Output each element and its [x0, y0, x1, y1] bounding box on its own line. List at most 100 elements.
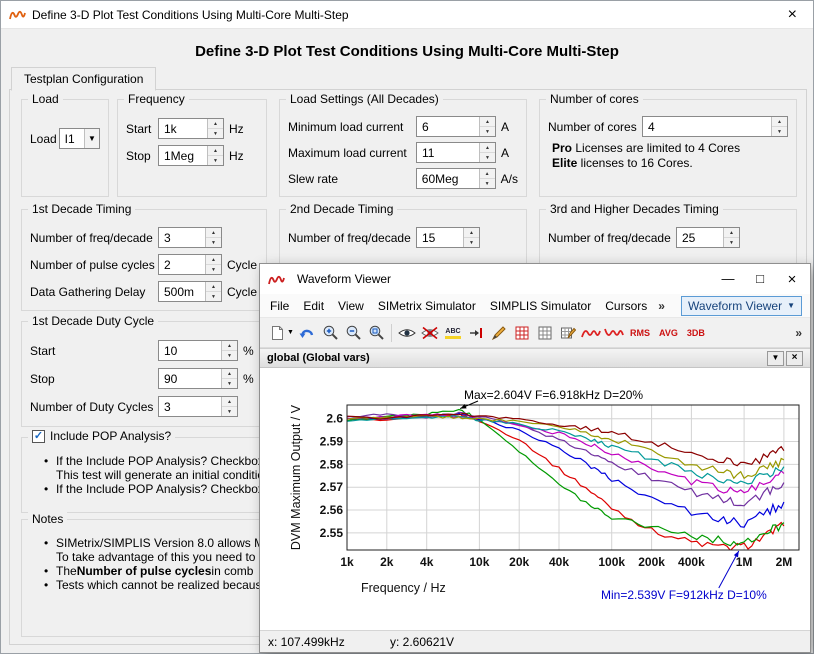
spinner-buttons[interactable]: ▲▼ [723, 228, 739, 247]
spin-up-icon[interactable]: ▲ [480, 169, 495, 179]
minimize-icon[interactable]: — [712, 266, 744, 293]
include-pop-checkbox[interactable]: ✓ [32, 430, 45, 443]
spinner-buttons[interactable]: ▲▼ [205, 282, 221, 301]
spin-down-icon[interactable]: ▼ [772, 127, 787, 136]
spin-down-icon[interactable]: ▼ [208, 129, 223, 138]
menu-cursors[interactable]: Cursors [598, 296, 654, 316]
pulse-cycles-input[interactable]: 2 ▲▼ [158, 254, 222, 275]
spin-up-icon[interactable]: ▲ [222, 341, 237, 351]
new-plot-dropdown-icon[interactable]: ▼ [287, 329, 295, 336]
chart-container[interactable]: 1k2k4k10k20k40k100k200k400k1M2M2.62.592.… [260, 368, 810, 630]
hide-curve-eye-icon[interactable] [419, 322, 441, 344]
spin-up-icon[interactable]: ▲ [724, 228, 739, 238]
spin-down-icon[interactable]: ▼ [724, 238, 739, 247]
spin-down-icon[interactable]: ▼ [222, 351, 237, 360]
spin-up-icon[interactable]: ▲ [222, 397, 237, 407]
spinner-buttons[interactable]: ▲▼ [463, 228, 479, 247]
spinner-buttons[interactable]: ▲▼ [207, 146, 223, 165]
zoom-fit-icon[interactable] [365, 322, 387, 344]
db3-button[interactable]: 3DB [683, 328, 709, 338]
close-curve-group-button[interactable]: × [786, 351, 803, 366]
spinner-buttons[interactable]: ▲▼ [479, 117, 495, 136]
spin-down-icon[interactable]: ▼ [480, 179, 495, 188]
show-curve-eye-icon[interactable] [396, 322, 418, 344]
spin-down-icon[interactable]: ▼ [206, 238, 221, 247]
label-abc-icon[interactable]: ABC [442, 322, 464, 344]
spin-down-icon[interactable]: ▼ [208, 156, 223, 165]
toolbar-overflow-chevron[interactable]: » [791, 326, 806, 340]
spin-up-icon[interactable]: ▲ [222, 369, 237, 379]
spinner-buttons[interactable]: ▲▼ [479, 169, 495, 188]
spin-down-icon[interactable]: ▼ [222, 407, 237, 416]
include-pop-checkbox-row[interactable]: ✓ Include POP Analysis? [28, 429, 175, 443]
menu-simplis-simulator[interactable]: SIMPLIS Simulator [483, 296, 598, 316]
close-icon[interactable]: × [778, 5, 807, 25]
add-curve-axis-icon[interactable] [603, 322, 625, 344]
grid-edit-icon[interactable] [557, 322, 579, 344]
spin-up-icon[interactable]: ▲ [464, 228, 479, 238]
viewer-titlebar[interactable]: Waveform Viewer — □ × [260, 264, 810, 294]
edit-pencil-icon[interactable] [488, 322, 510, 344]
cores-input[interactable]: 4 ▲▼ [642, 116, 788, 137]
gathering-delay-input[interactable]: 500m ▲▼ [158, 281, 222, 302]
spin-down-icon[interactable]: ▼ [222, 379, 237, 388]
spin-up-icon[interactable]: ▲ [206, 255, 221, 265]
spin-up-icon[interactable]: ▲ [480, 117, 495, 127]
spin-down-icon[interactable]: ▼ [480, 153, 495, 162]
close-icon[interactable]: × [776, 266, 808, 293]
menu-edit[interactable]: Edit [296, 296, 331, 316]
spin-down-icon[interactable]: ▼ [206, 265, 221, 274]
zoom-in-icon[interactable] [319, 322, 341, 344]
load-select[interactable]: I1 ▼ [59, 128, 100, 149]
dialog-titlebar[interactable]: Define 3-D Plot Test Conditions Using Mu… [1, 1, 813, 29]
spinner-buttons[interactable]: ▲▼ [207, 119, 223, 138]
duty-start-input[interactable]: 10 ▲▼ [158, 340, 238, 361]
grid-icon[interactable] [534, 322, 556, 344]
zoom-out-icon[interactable] [342, 322, 364, 344]
grid-red-icon[interactable] [511, 322, 533, 344]
menu-file[interactable]: File [263, 296, 296, 316]
spinner-buttons[interactable]: ▲▼ [221, 397, 237, 416]
spin-up-icon[interactable]: ▲ [206, 282, 221, 292]
spinner-buttons[interactable]: ▲▼ [771, 117, 787, 136]
spin-down-icon[interactable]: ▼ [464, 238, 479, 247]
rms-button[interactable]: RMS [626, 328, 654, 338]
tab-testplan-configuration[interactable]: Testplan Configuration [11, 67, 156, 91]
collapse-curve-group-button[interactable]: ▼ [767, 351, 784, 366]
add-curve-icon[interactable] [580, 322, 602, 344]
menu-simetrix-simulator[interactable]: SIMetrix Simulator [371, 296, 483, 316]
spinner-buttons[interactable]: ▲▼ [221, 369, 237, 388]
viewer-mode-dropdown[interactable]: Waveform Viewer ▼ [681, 296, 802, 316]
waveform-chart[interactable]: 1k2k4k10k20k40k100k200k400k1M2M2.62.592.… [260, 368, 810, 630]
decade2-freq-input[interactable]: 15 ▲▼ [416, 227, 480, 248]
max-current-input[interactable]: 11 ▲▼ [416, 142, 496, 163]
curve-group-bar[interactable]: global (Global vars) ▼ × [260, 348, 810, 368]
spin-up-icon[interactable]: ▲ [772, 117, 787, 127]
spin-up-icon[interactable]: ▲ [206, 228, 221, 238]
spin-up-icon[interactable]: ▲ [208, 146, 223, 156]
decade1-freq-input[interactable]: 3 ▲▼ [158, 227, 222, 248]
spin-down-icon[interactable]: ▼ [480, 127, 495, 136]
spinner-buttons[interactable]: ▲▼ [205, 255, 221, 274]
decade3-freq-input[interactable]: 25 ▲▼ [676, 227, 740, 248]
duty-num-input[interactable]: 3 ▲▼ [158, 396, 238, 417]
waveform-viewer-window[interactable]: Waveform Viewer — □ × FileEditViewSIMetr… [259, 263, 811, 653]
duty-stop-input[interactable]: 90 ▲▼ [158, 368, 238, 389]
goto-cursor-icon[interactable] [465, 322, 487, 344]
freq-start-input[interactable]: 1k ▲▼ [158, 118, 224, 139]
freq-stop-input[interactable]: 1Meg ▲▼ [158, 145, 224, 166]
spinner-buttons[interactable]: ▲▼ [479, 143, 495, 162]
undo-icon[interactable] [296, 322, 318, 344]
min-current-input[interactable]: 6 ▲▼ [416, 116, 496, 137]
menu-view[interactable]: View [331, 296, 371, 316]
avg-button[interactable]: AVG [655, 328, 682, 338]
chevron-down-icon[interactable]: ▼ [84, 129, 99, 148]
spin-up-icon[interactable]: ▲ [208, 119, 223, 129]
maximize-icon[interactable]: □ [744, 266, 776, 293]
spinner-buttons[interactable]: ▲▼ [221, 341, 237, 360]
spin-up-icon[interactable]: ▲ [480, 143, 495, 153]
spin-down-icon[interactable]: ▼ [206, 292, 221, 301]
spinner-buttons[interactable]: ▲▼ [205, 228, 221, 247]
slew-rate-input[interactable]: 60Meg ▲▼ [416, 168, 496, 189]
menu-overflow-chevron[interactable]: » [654, 296, 669, 316]
